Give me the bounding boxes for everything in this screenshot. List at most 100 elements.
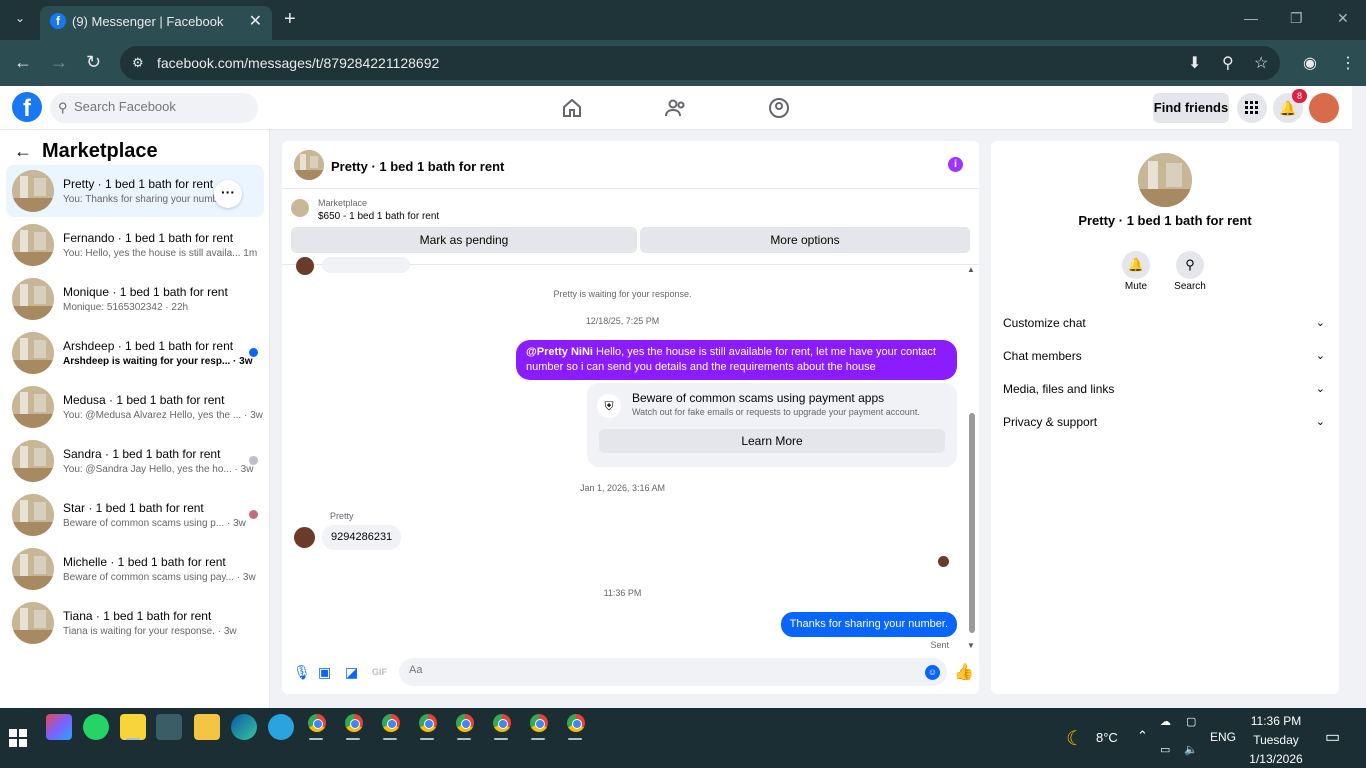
forward-icon[interactable]: → (50, 52, 68, 73)
facebook-logo-icon[interactable]: f (12, 92, 42, 122)
customize-chat-section[interactable]: Customize chat ⌄ (1003, 311, 1329, 335)
chrome-profile-icon[interactable] (567, 714, 585, 732)
friends-icon[interactable] (664, 96, 688, 120)
conversation-item[interactable]: Sandra · 1 bed 1 bath for rent You: @San… (6, 435, 264, 487)
conversation-item[interactable]: Fernando · 1 bed 1 bath for rent You: He… (6, 219, 264, 271)
site-info-icon[interactable]: ⚙ (132, 55, 148, 71)
chat-avatar[interactable] (294, 150, 324, 180)
home-icon[interactable] (560, 96, 584, 120)
windows-start-icon[interactable] (9, 729, 27, 747)
chat-title[interactable]: Pretty · 1 bed 1 bath for rent (331, 159, 504, 174)
microphone-icon[interactable]: 🎙 (293, 664, 311, 681)
mute-bell-icon[interactable]: 🔔 (1122, 251, 1150, 279)
volume-icon[interactable]: 🔈 (1184, 743, 1198, 756)
weather-moon-icon[interactable]: ☾ (1066, 726, 1084, 751)
chrome-profile-icon[interactable] (530, 714, 548, 732)
tab-close-icon[interactable]: ✕ (249, 11, 262, 31)
telegram-icon[interactable] (268, 714, 294, 740)
listing-price[interactable]: $650 - 1 bed 1 bath for rent (318, 211, 439, 222)
outgoing-message[interactable]: Thanks for sharing your number. (780, 612, 957, 637)
meet-icon[interactable]: ▢ (1186, 715, 1196, 728)
onedrive-icon[interactable]: ☁ (1160, 715, 1171, 728)
page-scrollbar[interactable] (1352, 86, 1366, 708)
info-icon[interactable]: i (948, 157, 963, 172)
listing-thumbnail[interactable] (291, 199, 309, 217)
whatsapp-icon[interactable] (83, 714, 109, 740)
find-friends-button[interactable]: Find friends (1153, 93, 1229, 123)
sticky-notes-icon[interactable] (120, 714, 146, 740)
chrome-icon[interactable] (308, 714, 326, 732)
conversation-item[interactable]: Tiana · 1 bed 1 bath for rent Tiana is w… (6, 597, 264, 649)
more-options-icon[interactable]: ··· (214, 180, 242, 208)
message-input[interactable] (409, 664, 909, 676)
chrome-profile-icon[interactable] (456, 714, 474, 732)
minimize-icon[interactable]: — (1244, 10, 1258, 26)
privacy-support-section[interactable]: Privacy & support ⌄ (1003, 410, 1329, 434)
like-thumb-icon[interactable]: 👍 (954, 662, 974, 682)
details-avatar[interactable] (1138, 153, 1192, 207)
gif-icon[interactable]: GIF (372, 667, 387, 677)
scroll-thumb[interactable] (969, 413, 975, 633)
language-indicator[interactable]: ENG (1210, 730, 1236, 744)
learn-more-button[interactable]: Learn More (599, 429, 945, 453)
profile-icon[interactable]: ◉ (1303, 53, 1317, 73)
snipping-tool-icon[interactable] (156, 714, 182, 740)
reload-icon[interactable]: ↻ (86, 52, 101, 73)
emoji-icon[interactable]: ☺ (925, 665, 940, 680)
clock[interactable]: 11:36 PM Tuesday 1/13/2026 (1244, 712, 1308, 768)
browser-tab[interactable]: f (9) Messenger | Facebook ✕ (40, 6, 272, 40)
conversation-item[interactable]: Star · 1 bed 1 bath for rent Beware of c… (6, 489, 264, 541)
conversation-item[interactable]: Pretty · 1 bed 1 bath for rent You: Than… (6, 165, 264, 217)
media-files-links-section[interactable]: Media, files and links ⌄ (1003, 377, 1329, 401)
message-thread[interactable]: Pretty is waiting for your response. 12/… (282, 257, 979, 650)
scroll-up-icon[interactable]: ▲ (967, 265, 975, 274)
photo-icon[interactable]: ▣ (318, 664, 331, 681)
chrome-profile-icon[interactable] (493, 714, 511, 732)
zoom-icon[interactable]: ⚲ (1222, 53, 1234, 73)
network-icon[interactable]: ▭ (1160, 743, 1170, 756)
chat-scrollbar[interactable]: ▲ ▼ (967, 265, 977, 650)
sticker-icon[interactable]: ◪ (345, 664, 358, 681)
chrome-menu-icon[interactable]: ⋮ (1340, 53, 1356, 73)
restore-icon[interactable]: ❐ (1290, 10, 1303, 27)
contact-avatar[interactable] (294, 527, 315, 548)
more-options-button[interactable]: More options (640, 227, 970, 253)
menu-grid-icon[interactable] (1237, 93, 1267, 123)
account-avatar[interactable] (1309, 93, 1339, 123)
show-hidden-icons-icon[interactable]: ⌃ (1137, 728, 1148, 744)
copilot-icon[interactable] (46, 714, 72, 740)
scroll-down-icon[interactable]: ▼ (967, 641, 975, 650)
conversation-item[interactable]: Michelle · 1 bed 1 bath for rent Beware … (6, 543, 264, 595)
shield-icon: ⛨ (597, 394, 621, 418)
groups-icon[interactable] (767, 96, 791, 120)
notification-center-icon[interactable]: ▭ (1325, 727, 1340, 747)
search-input[interactable] (74, 99, 244, 114)
url-text[interactable]: facebook.com/messages/t/879284221128692 (157, 55, 439, 71)
file-explorer-icon[interactable] (194, 714, 220, 740)
outgoing-message[interactable]: @Pretty NiNi Hello, yes the house is sti… (516, 340, 957, 380)
temperature[interactable]: 8°C (1096, 730, 1118, 745)
incoming-message[interactable]: 9294286231 (322, 525, 402, 550)
mark-as-pending-button[interactable]: Mark as pending (291, 227, 637, 253)
conversation-item[interactable]: Arshdeep · 1 bed 1 bath for rent Arshdee… (6, 327, 264, 379)
chrome-profile-icon[interactable] (382, 714, 400, 732)
new-tab-icon[interactable]: + (284, 8, 296, 31)
chrome-profile-icon[interactable] (419, 714, 437, 732)
window-close-icon[interactable]: ✕ (1337, 10, 1349, 27)
chevron-down-icon: ⌄ (1315, 350, 1325, 362)
bookmark-star-icon[interactable]: ☆ (1254, 53, 1268, 73)
omnibox[interactable]: ⚙ facebook.com/messages/t/87928422112869… (120, 46, 1280, 80)
back-arrow-icon[interactable]: ← (14, 141, 32, 161)
chrome-profile-icon[interactable] (345, 714, 363, 732)
chat-members-section[interactable]: Chat members ⌄ (1003, 344, 1329, 368)
back-icon[interactable]: ← (14, 52, 32, 73)
conversation-item[interactable]: Monique · 1 bed 1 bath for rent Monique:… (6, 273, 264, 325)
message-input-box[interactable] (399, 658, 947, 686)
search-icon[interactable]: ⚲ (1176, 251, 1204, 279)
install-app-icon[interactable]: ⬇ (1188, 53, 1201, 73)
search-box[interactable]: ⚲ (50, 93, 258, 123)
sender-name: Pretty (330, 511, 354, 521)
tab-search-icon[interactable]: ⌄ (10, 8, 30, 28)
edge-icon[interactable] (231, 714, 257, 740)
conversation-item[interactable]: Medusa · 1 bed 1 bath for rent You: @Med… (6, 381, 264, 433)
